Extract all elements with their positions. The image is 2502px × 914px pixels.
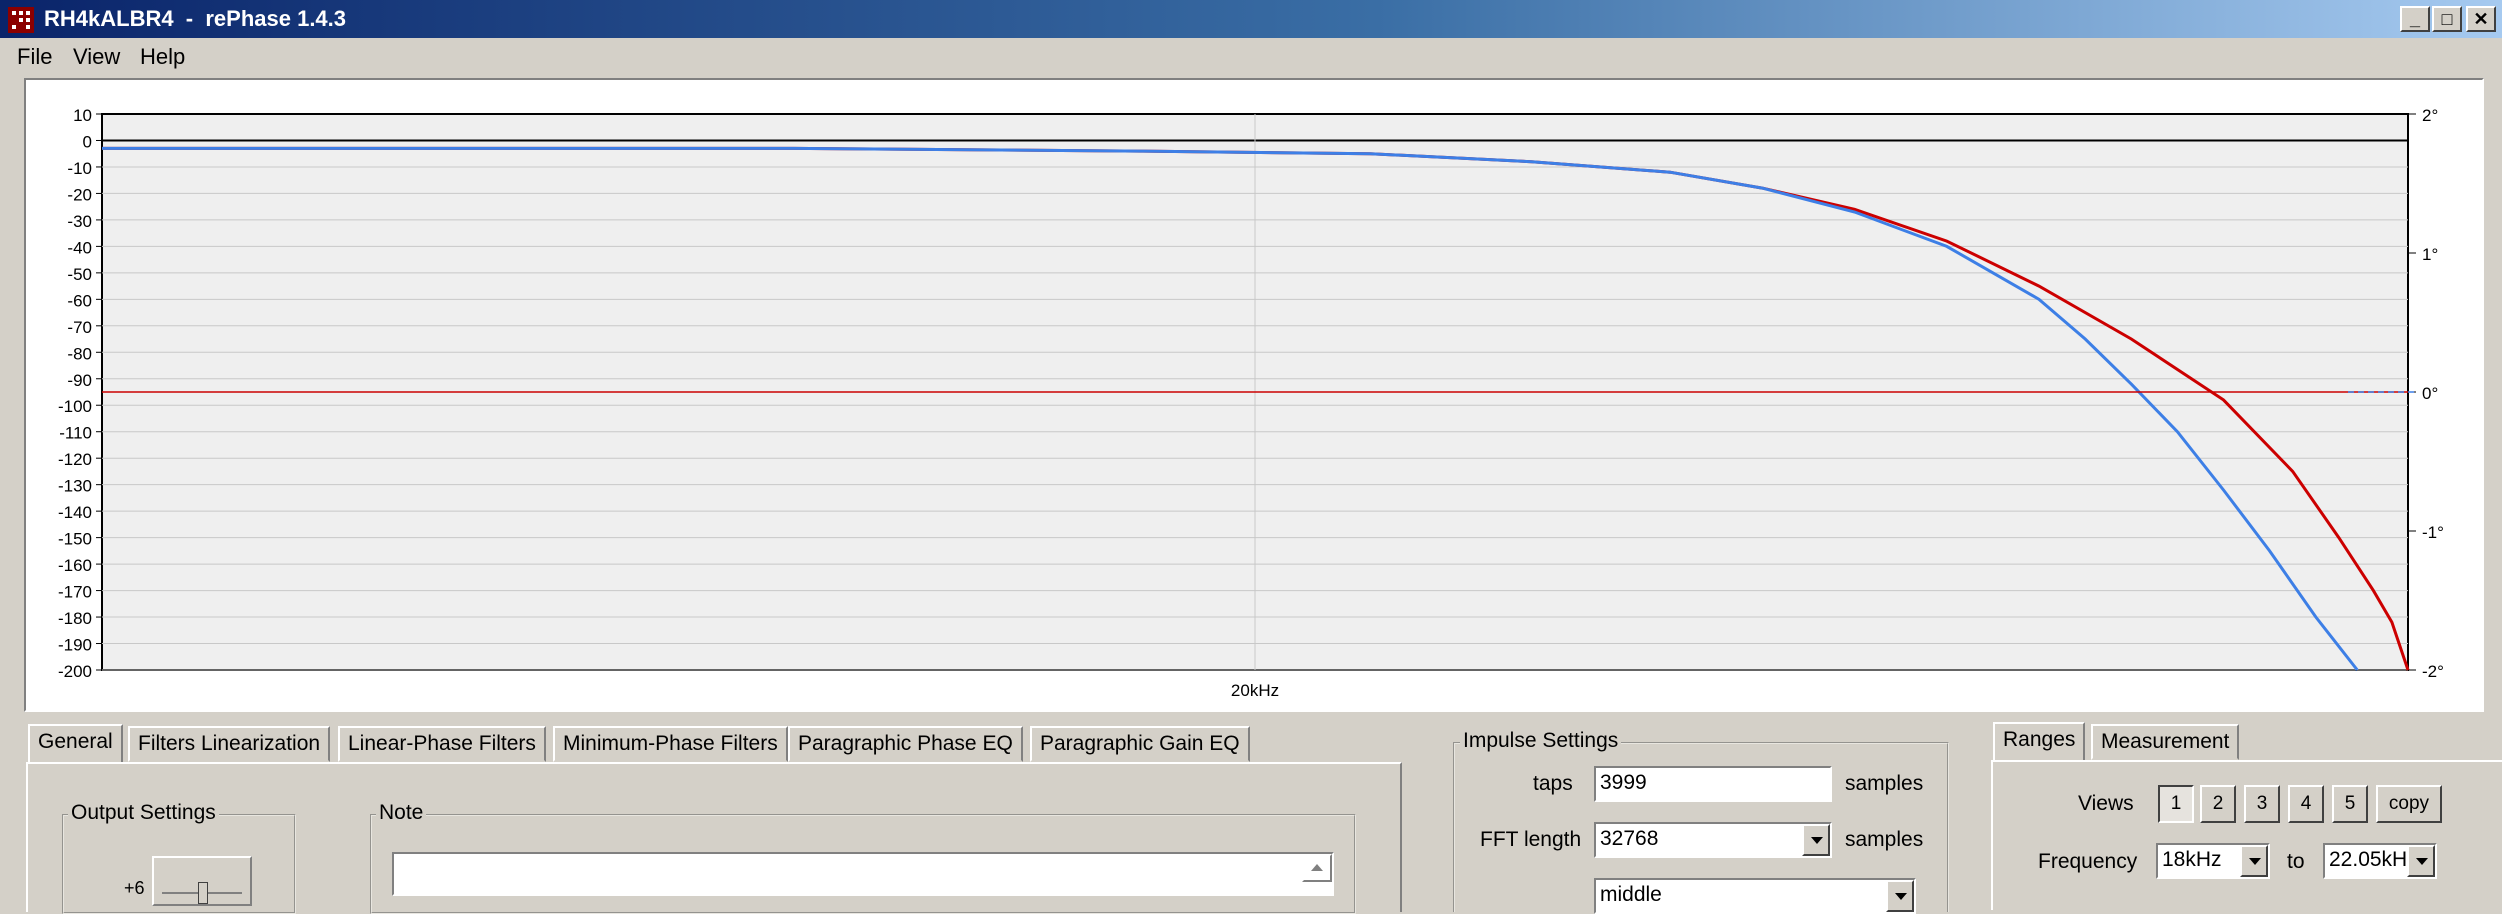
view-3-button[interactable]: 3 (2244, 785, 2280, 823)
tab-linear-phase-filters[interactable]: Linear-Phase Filters (338, 726, 546, 762)
y-tick-label: -40 (67, 238, 92, 257)
y-tick-label: -200 (58, 662, 92, 681)
view-4-button[interactable]: 4 (2288, 785, 2324, 823)
y-tick-label: -100 (58, 397, 92, 416)
to-label: to (2287, 850, 2305, 873)
tab-measurement[interactable]: Measurement (2091, 724, 2240, 760)
note-title: Note (376, 801, 427, 825)
y-tick-label: -90 (67, 371, 92, 390)
impulse-settings-title: Impulse Settings (1460, 729, 1622, 753)
app-icon[interactable] (8, 7, 34, 33)
taps-unit: samples (1845, 772, 1924, 795)
y-tick-label: -80 (67, 344, 92, 363)
maximize-button[interactable]: □ (2432, 6, 2462, 32)
tab-minimum-phase-filters[interactable]: Minimum-Phase Filters (553, 726, 788, 762)
fft-length-select[interactable]: 32768 (1594, 822, 1832, 858)
y-tick-label: -110 (59, 424, 92, 443)
tab-filters-linearization[interactable]: Filters Linearization (128, 726, 331, 762)
y-tick-label: -190 (58, 636, 92, 655)
fft-length-dropdown-icon[interactable] (1802, 824, 1830, 856)
right-tick-label: -2° (2422, 662, 2444, 681)
y-tick-label: -10 (67, 159, 92, 178)
y-tick-label: -30 (67, 212, 92, 231)
y-tick-label: -50 (67, 265, 92, 284)
view-2-button[interactable]: 2 (2200, 785, 2236, 823)
right-tick-label: 0° (2422, 384, 2438, 403)
menu-view[interactable]: View (73, 44, 120, 70)
y-tick-label: 10 (73, 106, 92, 125)
y-tick-label: -140 (58, 503, 92, 522)
fft-length-label: FFT length (1480, 828, 1582, 851)
menu-help[interactable]: Help (140, 44, 185, 70)
y-tick-label: -150 (58, 530, 92, 549)
view-1-button[interactable]: 1 (2158, 785, 2194, 823)
y-tick-label: -120 (58, 450, 92, 469)
window-title: RH4kALBR4 - rePhase 1.4.3 (44, 6, 347, 31)
ranges-tab-panel (1991, 760, 2502, 910)
impulse-centering-select[interactable]: middle (1594, 878, 1916, 914)
y-tick-label: -130 (58, 477, 92, 496)
tab-paragraphic-phase-eq[interactable]: Paragraphic Phase EQ (788, 726, 1023, 762)
impulse-centering-dropdown-icon[interactable] (1886, 880, 1914, 912)
y-tick-label: -160 (58, 556, 92, 575)
minimize-button[interactable]: _ (2400, 6, 2430, 32)
tab-ranges[interactable]: Ranges (1993, 722, 2086, 762)
title-bar: RH4kALBR4 - rePhase 1.4.3 _ □ ✕ (0, 0, 2502, 38)
y-tick-label: -60 (67, 291, 92, 310)
right-tick-label: 1° (2422, 245, 2438, 264)
view-5-button[interactable]: 5 (2332, 785, 2368, 823)
frequency-label: Frequency (2038, 850, 2138, 873)
frequency-from-value: 18kHz (2162, 848, 2222, 871)
frequency-from-dropdown-icon[interactable] (2240, 845, 2268, 877)
close-button[interactable]: ✕ (2466, 6, 2496, 32)
frequency-response-chart[interactable]: 10 0 -10 -20 -30 -40 -50 -60 -70 -80 -90 -100 -110 -1… (26, 80, 2482, 710)
note-textarea[interactable] (392, 852, 1334, 896)
menu-file[interactable]: File (17, 44, 52, 70)
taps-label: taps (1533, 772, 1573, 795)
fft-length-value: 32768 (1600, 827, 1659, 850)
chart-panel[interactable]: 10 0 -10 -20 -30 -40 -50 -60 -70 -80 -90 -100 -110 -1… (24, 78, 2484, 712)
frequency-from-select[interactable]: 18kHz (2156, 843, 2270, 879)
views-label: Views (2078, 792, 2134, 815)
output-settings-title: Output Settings (68, 801, 219, 825)
taps-input[interactable]: 3999 (1594, 766, 1832, 802)
frequency-to-value: 22.05kHz (2329, 848, 2418, 871)
fft-length-unit: samples (1845, 828, 1924, 851)
x-tick-label: 20kHz (1231, 681, 1279, 700)
y-tick-label: -20 (67, 185, 92, 204)
note-scroll-up[interactable] (1302, 854, 1332, 882)
y-tick-label: -70 (67, 318, 92, 337)
y-tick-label: 0 (83, 132, 92, 151)
y-tick-label: -170 (58, 583, 92, 602)
impulse-centering-value: middle (1600, 883, 1662, 906)
menu-bar: File View Help (0, 40, 2502, 74)
frequency-to-dropdown-icon[interactable] (2407, 845, 2435, 877)
frequency-to-select[interactable]: 22.05kHz (2323, 843, 2437, 879)
right-tick-label: -1° (2422, 523, 2444, 542)
copy-view-button[interactable]: copy (2376, 785, 2442, 823)
y-tick-label: -180 (58, 609, 92, 628)
tab-general[interactable]: General (28, 724, 123, 764)
right-tick-label: 2° (2422, 106, 2438, 125)
output-gain-slider[interactable] (152, 856, 252, 906)
tab-paragraphic-gain-eq[interactable]: Paragraphic Gain EQ (1030, 726, 1250, 762)
